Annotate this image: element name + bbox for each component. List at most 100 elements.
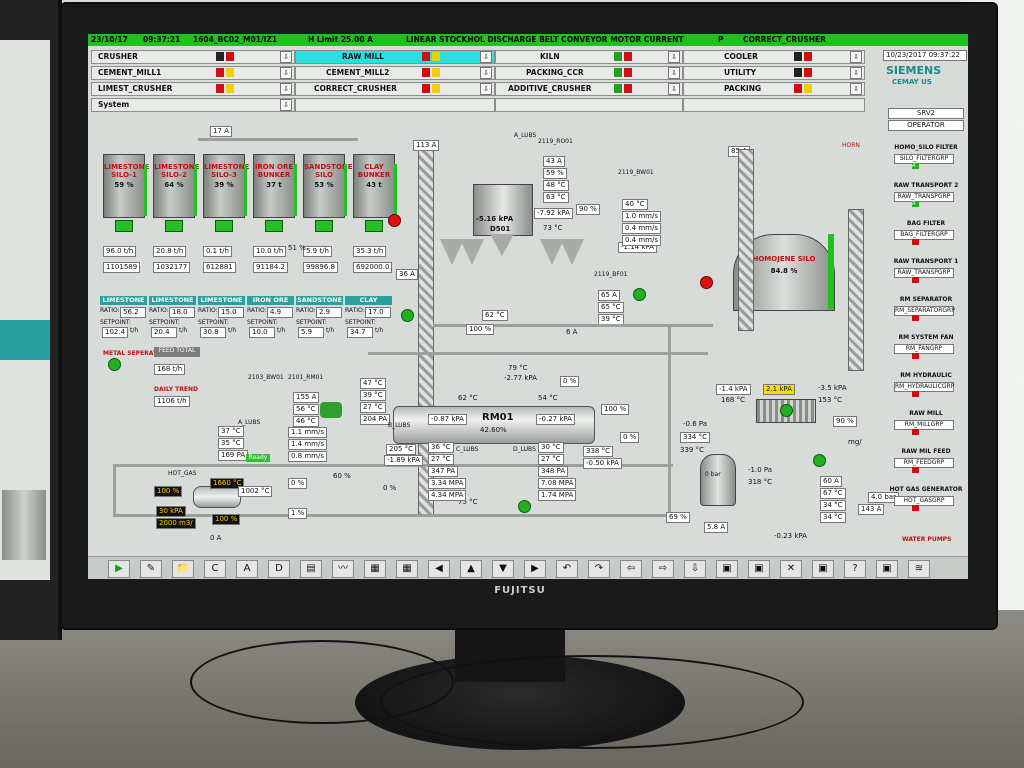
toolbar-button-14[interactable]: ↶ [556,560,578,578]
toolbar-button-15[interactable]: ↷ [588,560,610,578]
toolbar-button-16[interactable]: ⇦ [620,560,642,578]
alarm-bar[interactable]: 23/10/17 09:37:21 1604_BC02_M01/IZ1 H Li… [88,34,968,46]
silo-5[interactable]: CLAY BUNKER 43 t [353,154,395,218]
nav-cement-mill1[interactable]: CEMENT_MILL1 ⇩ [91,66,295,80]
silo-0[interactable]: LIMESTONE SILO-1 59 % [103,154,149,218]
group-3[interactable]: RAW TRANSPORT 1 RAW_TRANSPGRP [888,258,964,284]
feed-tab[interactable]: LIMESTONE 3 [198,296,245,313]
metal-separator-status[interactable] [108,358,121,371]
silo-2[interactable]: LIMESTONE SILO-3 39 % [203,154,249,218]
group-0[interactable]: HOMO_SILO FILTER SILO_FILTERGRP A [888,144,964,170]
group-button[interactable]: RM_FANGRP [894,344,954,354]
toolbar-button-4[interactable]: A [236,560,258,578]
group-7[interactable]: RAW MILL RM_MILLGRP [888,410,964,436]
feed-tab[interactable]: LIMESTONE 2 [149,296,196,313]
ratio-value[interactable]: 56.2 [120,307,146,318]
group-1[interactable]: RAW TRANSPORT 2 RAW_TRANSPGRP A [888,182,964,208]
feed-tab[interactable]: SANDSTONE [296,296,343,305]
group-button[interactable]: RM_HYDRAULICGRP [894,382,954,392]
alarm-indicator-2[interactable] [700,276,713,289]
hot-gas-generator[interactable] [193,486,241,508]
toolbar-button-18[interactable]: ⇩ [684,560,706,578]
nav-utility[interactable]: UTILITY ⇩ [683,66,865,80]
nav-crusher[interactable]: CRUSHER ⇩ [91,50,295,64]
toolbar-button-0[interactable]: ▶ [108,560,130,578]
group-button[interactable]: RAW_TRANSPGRP [894,268,954,278]
ready-status[interactable]: Ready [246,454,270,462]
group-4[interactable]: RM SEPARATOR RM_SEPARATORGRP [888,296,964,322]
nav-raw-mill[interactable]: RAW MILL ⇩ [295,50,495,64]
toolbar-button-20[interactable]: ▣ [748,560,770,578]
toolbar-button-19[interactable]: ▣ [716,560,738,578]
nav-cooler[interactable]: COOLER ⇩ [683,50,865,64]
setpoint-value[interactable]: 102.4 [102,327,128,338]
setpoint-value[interactable]: 10.0 [249,327,275,338]
toolbar-button-9[interactable]: ▦ [396,560,418,578]
group-button[interactable]: RM_SEPARATORGRP [894,306,955,316]
toolbar-button-13[interactable]: ▶ [524,560,546,578]
ratio-value[interactable]: 17.0 [365,307,391,318]
setpoint-value[interactable]: 20.4 [151,327,177,338]
ratio-value[interactable]: 15.0 [218,307,244,318]
feeder-icon[interactable] [165,220,183,232]
toolbar-button-25[interactable]: ≋ [908,560,930,578]
feed-tab[interactable]: LIMESTONE 1 [100,296,147,313]
mill-motor[interactable] [320,402,342,418]
group-button[interactable]: RM_FEEDGRP [894,458,954,468]
toolbar-button-1[interactable]: ✎ [140,560,162,578]
nav-packing-ccr[interactable]: PACKING_CCR ⇩ [495,66,683,80]
setpoint-value[interactable]: 30.8 [200,327,226,338]
toolbar-button-17[interactable]: ⇨ [652,560,674,578]
toolbar-button-21[interactable]: ✕ [780,560,802,578]
silo-elevator[interactable] [738,149,754,331]
group-button[interactable]: RAW_TRANSPGRP [894,192,954,202]
raw-mill-rm01[interactable]: RM01 42.60% [393,406,595,444]
toolbar-button-3[interactable]: C [204,560,226,578]
group-2[interactable]: BAG FILTER BAG_FILTERGRP [888,220,964,246]
nav-packing[interactable]: PACKING ⇩ [683,82,865,96]
toolbar-button-2[interactable]: 📁 [172,560,194,578]
setpoint-value[interactable]: 5.9 [298,327,324,338]
right-elevator[interactable] [848,209,864,371]
group-button[interactable]: RM_MILLGRP [894,420,954,430]
nav-system[interactable]: System ⇩ [91,98,295,112]
nav-empty[interactable] [683,98,865,112]
ratio-value[interactable]: 18.0 [169,307,195,318]
alarm-indicator[interactable] [388,214,401,227]
fan-right-status[interactable] [813,454,826,467]
toolbar-button-24[interactable]: ▣ [876,560,898,578]
feeder-icon[interactable] [265,220,283,232]
server-label[interactable]: SRV2 [888,108,964,119]
water-tank[interactable]: 0 bar [700,454,736,506]
outlet-status[interactable] [518,500,531,513]
daily-trend-label[interactable]: DAILY TREND [154,386,198,393]
feeder-icon[interactable] [315,220,333,232]
valve-status[interactable] [401,309,414,322]
silo-4[interactable]: SANDSTONE SILO 53 % [303,154,353,218]
feeder-icon[interactable] [365,220,383,232]
toolbar-button-7[interactable]: 〰 [332,560,354,578]
silo-3[interactable]: IRON ORE BUNKER 37 t [253,154,295,218]
group-6[interactable]: RM HYDRAULIC RM_HYDRAULICGRP [888,372,964,398]
nav-empty[interactable] [495,98,683,112]
group-5[interactable]: RM SYSTEM FAN RM_FANGRP [888,334,964,360]
nav-kiln[interactable]: KILN ⇩ [495,50,683,64]
toolbar-button-22[interactable]: ▣ [812,560,834,578]
feed-tab[interactable]: CLAY [345,296,392,305]
feed-tab[interactable]: IRON ORE [247,296,294,305]
ratio-value[interactable]: 4.9 [267,307,293,318]
toolbar-button-23[interactable]: ? [844,560,866,578]
cyclone-body[interactable]: -5.16 kPA D501 [473,184,533,236]
fan-status[interactable] [633,288,646,301]
toolbar-button-12[interactable]: ▼ [492,560,514,578]
nav-correct-crusher[interactable]: CORRECT_CRUSHER ⇩ [295,82,495,96]
group-button[interactable]: SILO_FILTERGRP [894,154,954,164]
nav-limest-crusher[interactable]: LIMEST_CRUSHER ⇩ [91,82,295,96]
silo-1[interactable]: LIMESTONE SILO-2 64 % [153,154,199,218]
toolbar-button-8[interactable]: ▦ [364,560,386,578]
group-8[interactable]: RAW MIL FEED RM_FEEDGRP [888,448,964,474]
feeder-icon[interactable] [215,220,233,232]
feeder-icon[interactable] [115,220,133,232]
nav-cement-mill2[interactable]: CEMENT_MILL2 ⇩ [295,66,495,80]
operator-label[interactable]: OPERATOR [888,120,964,131]
